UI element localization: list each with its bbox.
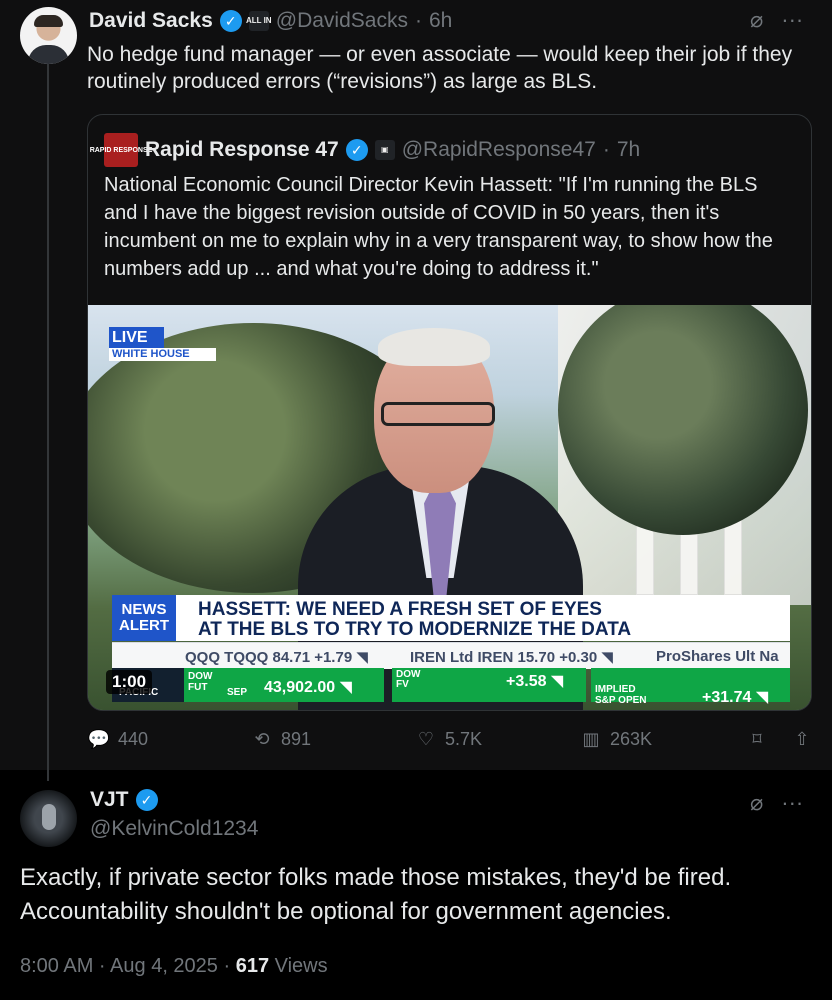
avatar-shirt: [28, 45, 69, 64]
dow-fair-value: +3.58 ◥: [506, 673, 564, 690]
video-player[interactable]: LIVE WHITE HOUSE NEWS ALERT HASSETT: WE …: [88, 305, 811, 710]
september-label: SEP: [227, 687, 248, 698]
share-action[interactable]: ⇧: [791, 728, 813, 750]
fair-value-label: FV: [396, 679, 409, 690]
bookmark-action[interactable]: ⌑: [746, 728, 768, 750]
author-handle[interactable]: @DavidSacks: [276, 9, 408, 33]
reply-text: Exactly, if private sector folks made th…: [20, 864, 732, 925]
like-action[interactable]: ♡ 5.7K: [415, 728, 482, 750]
reply-metadata: 8:00 AM · Aug 4, 2025 · 617 Views: [20, 955, 328, 978]
reply-count: 440: [118, 728, 149, 749]
repost-icon: ⟲: [254, 728, 270, 749]
grok-icon[interactable]: ⌀: [750, 790, 763, 816]
affiliate-badge-icon: ALL IN: [246, 11, 272, 31]
quoted-post-age[interactable]: 7h: [617, 138, 640, 162]
thread-line: [47, 64, 49, 781]
speaker-hair: [378, 328, 490, 366]
view-count: 263K: [610, 728, 653, 749]
post-action-bar: 💬 440 ⟲ 891 ♡ 5.7K ▥ 263K ⌑ ⇧: [88, 728, 816, 758]
verified-badge-icon: ✓: [219, 10, 242, 32]
views-icon: ▥: [582, 728, 600, 749]
share-icon: ⇧: [794, 728, 810, 749]
implied-label: IMPLIED: [595, 684, 636, 695]
avatar-figure: [42, 804, 56, 830]
video-duration: 1:00: [106, 670, 153, 694]
quoted-author-handle[interactable]: @RapidResponse47: [402, 138, 596, 162]
more-icon[interactable]: ···: [781, 7, 803, 33]
headline-line-1: HASSETT: WE NEED A FRESH SET OF EYES: [198, 599, 602, 620]
author-name[interactable]: David Sacks: [89, 9, 213, 33]
quoted-author-row: RAPID RESPONSE Rapid Response 47 ✓ ▣ @Ra…: [90, 133, 640, 167]
quoted-post-text: National Economic Council Director Kevin…: [104, 174, 773, 280]
reply-icon: 💬: [87, 728, 111, 749]
dow-futures-value: 43,902.00 ◥: [264, 679, 352, 696]
speaker-glasses: [381, 402, 495, 426]
reply-action[interactable]: 💬 440: [88, 728, 148, 750]
repost-count: 891: [281, 728, 312, 749]
live-location: WHITE HOUSE: [109, 348, 216, 361]
post-actions-top: ⌀ ···: [750, 7, 803, 33]
like-count: 5.7K: [445, 728, 483, 749]
bookmark-icon: ⌑: [752, 728, 762, 749]
live-location-badge: LIVE WHITE HOUSE: [109, 327, 216, 363]
quoted-verified-badge-icon: ✓: [345, 139, 368, 161]
reply-author-row: VJT ✓: [90, 788, 158, 812]
dow-label: DOW: [188, 671, 213, 682]
time-separator: ·: [414, 9, 422, 32]
post-author-row: David Sacks ✓ ALL IN @DavidSacks · 6h: [89, 9, 452, 33]
reply-author-avatar[interactable]: [20, 790, 77, 847]
news-alert-banner: NEWS ALERT HASSETT: WE NEED A FRESH SET …: [112, 595, 790, 641]
reply-verified-badge-icon: ✓: [135, 789, 158, 811]
heart-icon: ♡: [417, 728, 435, 749]
more-icon[interactable]: ···: [781, 790, 803, 816]
quoted-author-name[interactable]: Rapid Response 47: [145, 138, 339, 162]
quoted-time-separator: ·: [602, 138, 610, 161]
quoted-post-card[interactable]: RAPID RESPONSE Rapid Response 47 ✓ ▣ @Ra…: [87, 114, 812, 711]
reply-author-handle[interactable]: @KelvinCold1234: [90, 817, 258, 841]
avatar-hair: [34, 15, 63, 27]
sp-open-label: S&P OPEN: [595, 695, 647, 706]
grok-icon[interactable]: ⌀: [750, 7, 763, 33]
reply-actions-top: ⌀ ···: [750, 790, 803, 816]
live-label: LIVE: [109, 327, 164, 348]
headline-line-2: AT THE BLS TO TRY TO MODERNIZE THE DATA: [198, 619, 632, 640]
stock-ticker: QQQ TQQQ 84.71 +1.79 ◥ IREN Ltd IREN 15.…: [112, 642, 790, 669]
views-action[interactable]: ▥ 263K: [580, 728, 652, 750]
implied-open-value: +31.74 ◥: [702, 689, 769, 706]
post-age[interactable]: 6h: [429, 9, 452, 33]
author-avatar[interactable]: [20, 7, 77, 64]
repost-action[interactable]: ⟲ 891: [251, 728, 311, 750]
views-label: Views: [269, 955, 328, 977]
ticker-item-proshares: ProShares Ult Na: [656, 648, 779, 665]
ticker-item-qqq: QQQ TQQQ 84.71 +1.79 ◥: [185, 649, 368, 666]
post-timestamp[interactable]: 8:00 AM · Aug 4, 2025 ·: [20, 955, 236, 977]
ticker-item-iren: IREN Ltd IREN 15.70 +0.30 ◥: [410, 649, 613, 666]
reply-view-count: 617: [235, 955, 270, 977]
news-headline: HASSETT: WE NEED A FRESH SET OF EYES AT …: [198, 600, 778, 640]
quoted-author-logo: RAPID RESPONSE: [90, 133, 152, 167]
reply-author-name[interactable]: VJT: [90, 788, 129, 812]
futures-label: FUT: [188, 682, 208, 693]
post-text: No hedge fund manager — or even associat…: [87, 43, 793, 93]
news-alert-label: NEWS ALERT: [112, 595, 176, 641]
government-badge-icon: ▣: [374, 140, 395, 160]
